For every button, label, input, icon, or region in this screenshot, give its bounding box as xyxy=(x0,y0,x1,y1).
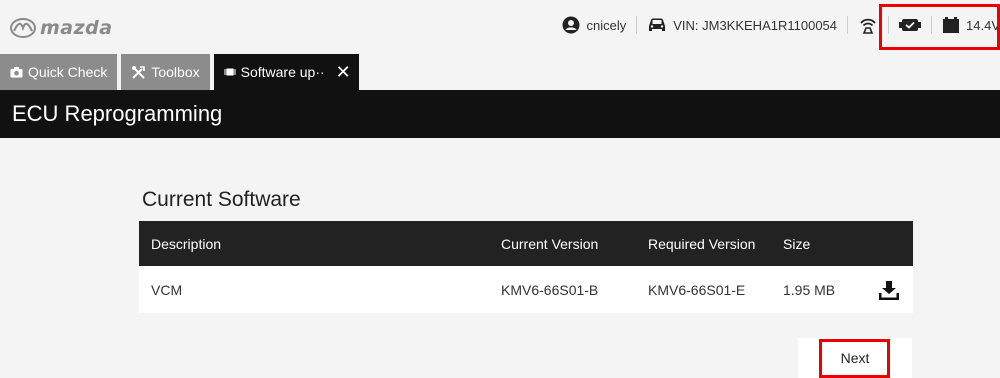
chip-icon xyxy=(223,68,236,76)
table-row: VCM KMV6-66S01-B KMV6-66S01-E 1.95 MB xyxy=(139,266,913,313)
divider xyxy=(636,16,638,34)
top-header: mazda cnicely VIN: JM3KKEHA1R1100054 14.… xyxy=(0,0,1000,50)
cell-current-version: KMV6-66S01-B xyxy=(501,281,599,298)
cell-description: VCM xyxy=(151,281,183,298)
username: cnicely xyxy=(586,17,627,33)
table-header-row: Description Current Version Required Ver… xyxy=(139,221,913,266)
column-header-current-version: Current Version xyxy=(501,235,599,252)
highlight-box xyxy=(879,4,1000,50)
column-header-size: Size xyxy=(783,235,811,252)
cell-size: 1.95 MB xyxy=(783,281,836,298)
divider xyxy=(847,16,849,34)
tab-software-update[interactable]: Software up·· ✕ xyxy=(213,54,359,90)
section-title: Current Software xyxy=(142,188,301,211)
tab-bar: Quick Check Toolbox Software up·· ✕ xyxy=(0,54,359,90)
tab-label: Quick Check xyxy=(28,64,108,80)
cell-required-version: KMV6-66S01-E xyxy=(648,281,746,298)
camera-icon xyxy=(10,67,23,78)
vehicle-info[interactable]: VIN: JM3KKEHA1R1100054 xyxy=(647,17,837,33)
page-title: ECU Reprogramming xyxy=(12,101,223,126)
brand-wordmark: mazda xyxy=(40,17,113,39)
cell-action xyxy=(861,266,913,313)
vin-label: VIN: JM3KKEHA1R1100054 xyxy=(673,17,838,33)
software-table: Description Current Version Required Ver… xyxy=(139,221,913,313)
close-icon[interactable]: ✕ xyxy=(336,63,351,81)
column-header-description: Description xyxy=(151,235,222,252)
tools-icon xyxy=(132,65,146,79)
tab-quick-check[interactable]: Quick Check xyxy=(0,54,118,90)
column-header-required-version: Required Version xyxy=(648,235,756,252)
tab-toolbox[interactable]: Toolbox xyxy=(121,54,210,90)
tab-label: Toolbox xyxy=(151,64,200,80)
download-icon[interactable] xyxy=(879,280,899,300)
highlight-box xyxy=(819,339,890,378)
user-info[interactable]: cnicely xyxy=(562,16,626,34)
mazda-logo: mazda xyxy=(10,17,113,39)
wireless-connection-icon[interactable] xyxy=(858,15,878,35)
page-title-bar: ECU Reprogramming xyxy=(0,90,1000,138)
mazda-emblem-icon xyxy=(10,18,36,38)
user-icon xyxy=(562,16,580,34)
tab-label: Software up·· xyxy=(240,64,325,80)
car-icon xyxy=(649,18,666,31)
column-header-action xyxy=(861,221,913,266)
